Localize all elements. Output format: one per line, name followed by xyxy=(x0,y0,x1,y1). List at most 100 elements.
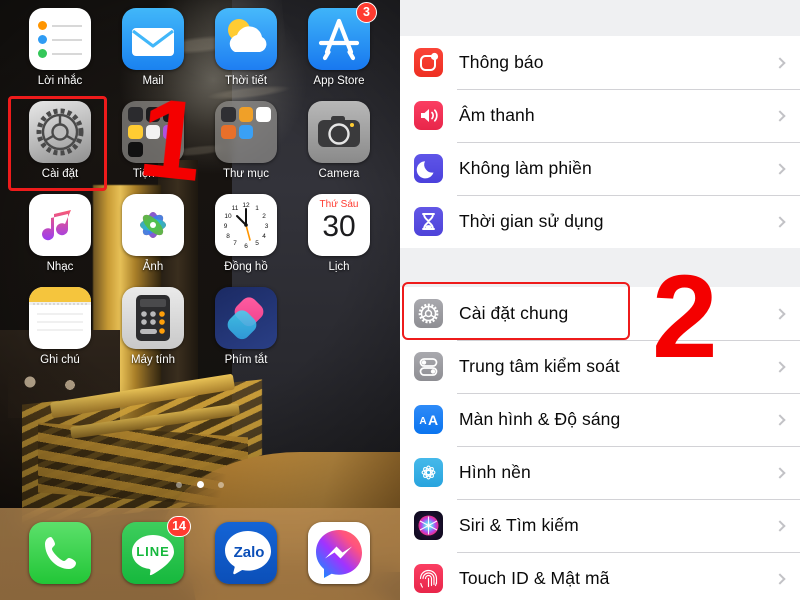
svg-text:A: A xyxy=(428,412,438,428)
dock-icon-phone[interactable] xyxy=(14,522,106,584)
calculator-icon xyxy=(122,287,184,349)
weather-icon xyxy=(215,8,277,70)
app-label: Đồng hồ xyxy=(224,261,268,273)
page-dot[interactable] xyxy=(217,482,224,488)
app-icon-reminders[interactable]: Lời nhắc xyxy=(14,8,106,88)
notes-icon xyxy=(29,287,91,349)
svg-text:9: 9 xyxy=(224,223,228,230)
chevron-right-icon xyxy=(774,56,786,69)
app-label: Lời nhắc xyxy=(37,75,83,87)
flower-icon xyxy=(414,458,443,487)
app-label: Thời tiết xyxy=(224,75,268,87)
svg-text:LINE: LINE xyxy=(136,544,170,559)
dock-icon-line[interactable]: LINE 14 xyxy=(107,516,199,584)
settings-row-label: Hình nền xyxy=(459,462,531,482)
chevron-right-icon xyxy=(774,466,786,479)
page-dot[interactable] xyxy=(176,482,183,488)
page-indicator-dots[interactable] xyxy=(0,475,400,493)
calendar-day: 30 xyxy=(322,210,356,243)
settings-row-wallpaper[interactable]: Hình nền xyxy=(400,446,800,499)
hourglass-icon xyxy=(414,207,443,236)
toggles-icon xyxy=(414,352,443,381)
chevron-right-icon xyxy=(774,360,786,373)
settings-row-label: Thời gian sử dụng xyxy=(459,211,604,231)
chevron-right-icon xyxy=(774,109,786,122)
settings-row-touch-id-passcode[interactable]: Touch ID & Mật mã xyxy=(400,552,800,600)
app-label: Ghi chú xyxy=(40,354,80,366)
svg-text:1: 1 xyxy=(255,205,259,212)
chevron-right-icon xyxy=(774,519,786,532)
app-icon-camera[interactable]: Camera xyxy=(293,101,385,181)
settings-row-label: Thông báo xyxy=(459,52,544,72)
app-label: App Store xyxy=(313,75,365,87)
svg-text:12: 12 xyxy=(242,202,250,209)
settings-row-screen-time[interactable]: Thời gian sử dụng xyxy=(400,195,800,248)
clock-icon: 12 1 23 45 67 89 10 11 xyxy=(215,194,277,256)
settings-row-do-not-disturb[interactable]: Không làm phiền xyxy=(400,142,800,195)
settings-row-sounds[interactable]: Âm thanh xyxy=(400,89,800,142)
step-number-1: 1 xyxy=(133,74,209,205)
chevron-right-icon xyxy=(774,413,786,426)
svg-text:Zalo: Zalo xyxy=(234,544,265,561)
app-icon-notes[interactable]: Ghi chú xyxy=(14,287,106,367)
photos-icon xyxy=(122,194,184,256)
app-icon-folder-thumuc[interactable]: Thư mục xyxy=(200,101,292,181)
svg-text:6: 6 xyxy=(244,243,248,250)
highlight-box-step-2 xyxy=(402,282,630,340)
chevron-right-icon xyxy=(774,162,786,175)
chevron-right-icon xyxy=(774,307,786,320)
fingerprint-icon xyxy=(414,564,443,593)
app-label: Camera xyxy=(318,168,360,180)
svg-text:2: 2 xyxy=(262,213,266,220)
svg-text:10: 10 xyxy=(224,213,232,220)
app-icon-calendar[interactable]: Thứ Sáu 30 Lịch xyxy=(293,194,385,274)
svg-text:11: 11 xyxy=(232,205,239,212)
app-icon-photos[interactable]: Ảnh xyxy=(107,194,199,274)
camera-icon xyxy=(308,101,370,163)
moon-icon xyxy=(414,154,443,183)
folder-icon xyxy=(215,101,277,163)
chevron-right-icon xyxy=(774,572,786,585)
svg-text:7: 7 xyxy=(233,240,237,247)
settings-row-siri-search[interactable]: Siri & Tìm kiếm xyxy=(400,499,800,552)
settings-row-label: Siri & Tìm kiếm xyxy=(459,515,579,535)
badge-count: 3 xyxy=(356,2,377,23)
music-icon xyxy=(29,194,91,256)
settings-row-display-brightness[interactable]: A A Màn hình & Độ sáng xyxy=(400,393,800,446)
calendar-icon: Thứ Sáu 30 xyxy=(308,194,370,256)
ios-settings-screen: Thông báo Âm thanh Không làm phiền Thời … xyxy=(400,0,800,600)
aa-icon: A A xyxy=(414,405,443,434)
app-icon-music[interactable]: Nhạc xyxy=(14,194,106,274)
dock-icon-messenger[interactable] xyxy=(293,522,385,584)
settings-row-control-center[interactable]: Trung tâm kiểm soát xyxy=(400,340,800,393)
app-icon-app-store[interactable]: 3 App Store xyxy=(293,2,385,88)
badge-count: 14 xyxy=(167,516,191,537)
mail-icon xyxy=(122,8,184,70)
reminders-icon xyxy=(29,8,91,70)
phone-icon xyxy=(29,522,91,584)
app-label: Lịch xyxy=(328,261,350,273)
svg-text:4: 4 xyxy=(262,233,266,240)
app-icon-weather[interactable]: Thời tiết xyxy=(200,8,292,88)
step-number-2: 2 xyxy=(652,251,718,383)
app-label: Máy tính xyxy=(130,354,176,366)
chevron-right-icon xyxy=(774,215,786,228)
messenger-icon xyxy=(308,522,370,584)
settings-row-label: Không làm phiền xyxy=(459,158,592,178)
app-icon-calculator[interactable]: Máy tính xyxy=(107,287,199,367)
app-label: Thư mục xyxy=(222,168,270,180)
shortcuts-icon xyxy=(215,287,277,349)
settings-row-label: Touch ID & Mật mã xyxy=(459,568,610,588)
app-label: Nhạc xyxy=(46,261,74,273)
app-icon-shortcuts[interactable]: Phím tắt xyxy=(200,287,292,367)
settings-row-label: Âm thanh xyxy=(459,105,535,125)
app-icon-clock[interactable]: 12 1 23 45 67 89 10 11 Đồng hồ xyxy=(200,194,292,274)
app-label: Ảnh xyxy=(142,261,164,273)
settings-row-notifications[interactable]: Thông báo xyxy=(400,36,800,89)
app-label: Phím tắt xyxy=(224,354,268,366)
page-dot-active[interactable] xyxy=(196,481,204,488)
dock-icon-zalo[interactable]: Zalo xyxy=(200,522,292,584)
svg-text:8: 8 xyxy=(226,233,230,240)
svg-text:5: 5 xyxy=(255,240,259,247)
sound-icon xyxy=(414,101,443,130)
